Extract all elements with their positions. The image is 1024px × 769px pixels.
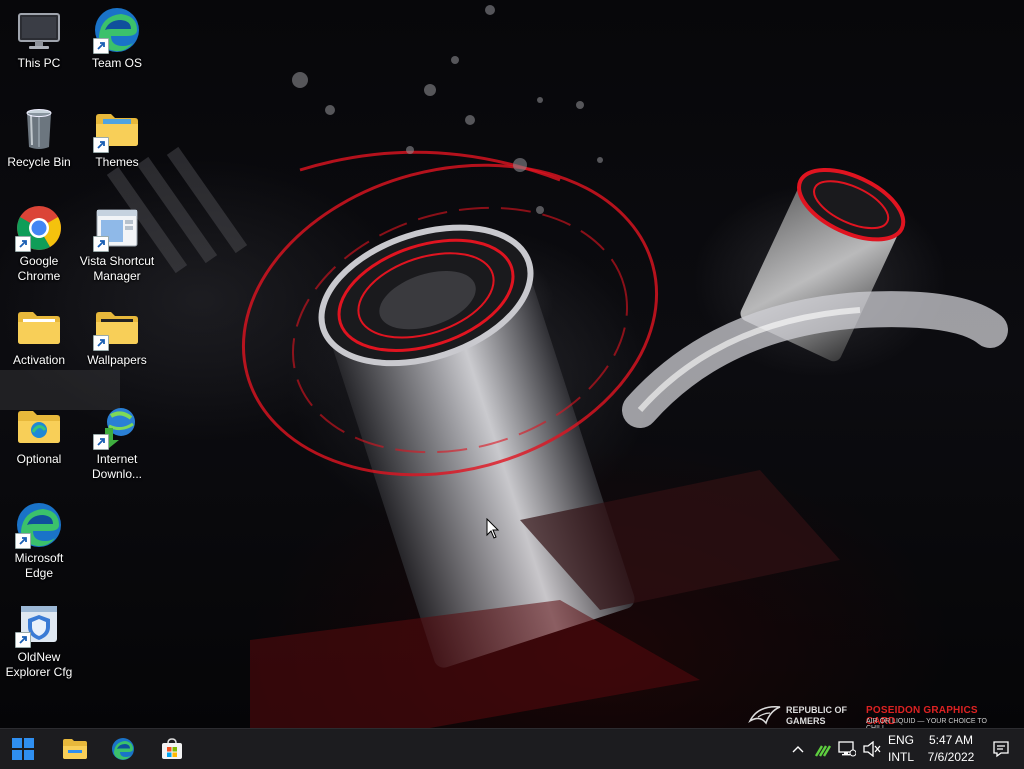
recycle-bin-icon (15, 105, 63, 153)
edge-icon (112, 738, 134, 760)
shortcut-arrow-icon (93, 137, 109, 153)
mouse-cursor-icon (486, 518, 500, 539)
desktop-icon-activation[interactable]: Activation (0, 299, 78, 395)
shortcut-arrow-icon (15, 632, 31, 648)
notifications-button[interactable] (988, 729, 1014, 769)
desktop-icon-recycle-bin[interactable]: Recycle Bin (0, 101, 78, 197)
shortcut-arrow-icon (15, 533, 31, 549)
tray-download-manager-button[interactable] (812, 729, 834, 769)
volume-button[interactable] (861, 729, 883, 769)
desktop-icon-google-chrome[interactable]: Google Chrome (0, 200, 78, 296)
folder-icon (93, 303, 141, 351)
clock[interactable]: 5:47 AM 7/6/2022 (922, 729, 980, 769)
shortcut-arrow-icon (93, 434, 109, 450)
download-manager-icon (93, 402, 141, 450)
shield-icon (15, 600, 63, 648)
desktop-icon-vista-shortcut-manager[interactable]: Vista Shortcut Manager (78, 200, 156, 296)
desktop-icon-optional[interactable]: Optional (0, 398, 78, 494)
taskbar: ENG INTL 5:47 AM 7/6/2022 (0, 728, 1024, 769)
start-button[interactable] (6, 733, 40, 765)
folder-icon (15, 303, 63, 351)
monitor-icon (15, 6, 63, 54)
volume-muted-icon (863, 741, 881, 757)
desktop-icon-team-os[interactable]: Team OS (78, 2, 156, 98)
microsoft-store-icon (162, 738, 182, 759)
folder-icon (15, 402, 63, 450)
keyboard-layout-label: INTL (887, 750, 914, 764)
notification-icon (993, 741, 1009, 758)
language-label: ENG (887, 733, 914, 747)
shortcut-arrow-icon (93, 236, 109, 252)
file-explorer-icon (63, 739, 87, 759)
brand-line-1: REPUBLIC OF (786, 705, 848, 715)
language-indicator[interactable]: ENG INTL (884, 729, 918, 769)
show-hidden-icons-button[interactable] (788, 729, 808, 769)
download-manager-tray-icon (814, 745, 832, 757)
network-button[interactable] (836, 729, 858, 769)
edge-icon (93, 6, 141, 54)
clock-date: 7/6/2022 (927, 750, 975, 764)
folder-icon (93, 105, 141, 153)
start-icon (12, 738, 34, 760)
brand-tagline: AIR OR LIQUID — YOUR CHOICE TO CHILL (866, 718, 987, 728)
chevron-up-icon (792, 746, 804, 753)
file-explorer-button[interactable] (58, 733, 92, 765)
desktop-icon-internet-download-manager[interactable]: Internet Downlo... (78, 398, 156, 494)
shortcut-arrow-icon (15, 236, 31, 252)
desktop-icon-microsoft-edge[interactable]: Microsoft Edge (0, 497, 78, 593)
edge-icon (15, 501, 63, 549)
desktop-icon-wallpapers[interactable]: Wallpapers (78, 299, 156, 395)
desktop-icon-themes[interactable]: Themes (78, 101, 156, 197)
desktop-icon-oldnew-explorer-cfg[interactable]: OldNew Explorer Cfg (0, 596, 78, 692)
shortcut-arrow-icon (93, 38, 109, 54)
microsoft-store-button[interactable] (155, 733, 189, 765)
chrome-icon (15, 204, 63, 252)
clock-time: 5:47 AM (928, 733, 974, 747)
network-icon (838, 741, 856, 757)
app-window-icon (93, 204, 141, 252)
desktop[interactable]: This PC Recycle Bin Google Chrome Activa… (0, 0, 1024, 728)
wallpaper-brand-logo: REPUBLIC OF GAMERS POSEIDON GRAPHICS CARD… (748, 700, 998, 728)
desktop-icon-this-pc[interactable]: This PC (0, 2, 78, 98)
shortcut-arrow-icon (93, 335, 109, 351)
edge-taskbar-button[interactable] (106, 733, 140, 765)
rog-eye-icon (748, 706, 781, 725)
brand-line-2: GAMERS (786, 716, 826, 726)
